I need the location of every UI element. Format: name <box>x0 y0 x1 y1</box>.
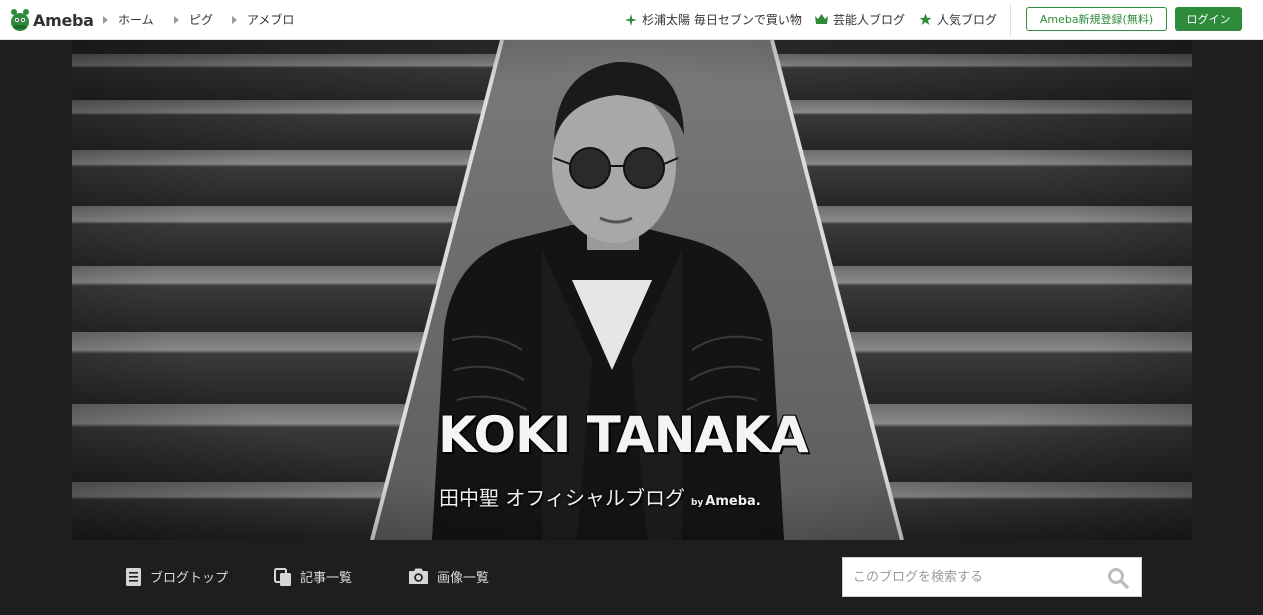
star-icon <box>919 13 932 25</box>
triangle-right-icon <box>103 15 108 24</box>
ameba-mascot-icon <box>11 9 29 31</box>
divider <box>1010 4 1011 36</box>
nav-link-pigg[interactable]: ピグ <box>174 11 213 28</box>
camera-icon <box>409 568 428 584</box>
ameba-logo[interactable]: Ameba <box>10 7 94 33</box>
copy-icon <box>274 567 291 586</box>
blog-header-image[interactable]: KOKI TANAKA 田中聖 オフィシャルブログ by Ameba. <box>72 40 1192 540</box>
search-icon[interactable] <box>1107 567 1129 589</box>
triangle-right-icon <box>174 15 179 24</box>
article-list-link[interactable]: 記事一覧 <box>274 567 352 586</box>
by-text: by <box>690 498 704 508</box>
blog-subtitle: 田中聖 オフィシャルブログ by Ameba. <box>439 482 761 511</box>
header-photo <box>72 40 1192 540</box>
nav-link-ameblo[interactable]: アメブロ <box>232 11 294 28</box>
celebrity-blog-link[interactable]: 芸能人ブログ <box>815 11 905 28</box>
promo-link[interactable]: 杉浦太陽 毎日セブンで買い物 <box>625 11 802 28</box>
blog-top-label: ブログトップ <box>150 571 229 586</box>
logo-text: Ameba <box>33 10 94 30</box>
blog-search-box <box>842 557 1142 597</box>
nav-link-label: ピグ <box>189 13 214 27</box>
ameba-wordmark: Ameba. <box>705 494 761 509</box>
image-list-label: 画像一覧 <box>437 571 490 586</box>
triangle-right-icon <box>232 15 237 24</box>
nav-link-label: ホーム <box>118 13 154 27</box>
blog-subtitle-text: 田中聖 オフィシャルブログ <box>439 486 685 510</box>
blog-sub-navigation: ブログトップ 記事一覧 画像一覧 <box>0 540 1263 615</box>
blog-top-link[interactable]: ブログトップ <box>125 567 228 586</box>
celebrity-blog-label: 芸能人ブログ <box>833 13 906 27</box>
blog-title-logo: KOKI TANAKA <box>438 406 809 464</box>
nav-link-home[interactable]: ホーム <box>103 11 154 28</box>
blog-search-input[interactable] <box>843 558 1103 596</box>
sparkle-icon <box>625 13 637 26</box>
document-icon <box>126 567 141 586</box>
popular-blog-label: 人気ブログ <box>937 13 998 27</box>
article-list-label: 記事一覧 <box>300 571 353 586</box>
register-button[interactable]: Ameba新規登録(無料) <box>1026 7 1167 31</box>
nav-link-label: アメブロ <box>247 13 295 27</box>
login-button[interactable]: ログイン <box>1175 7 1242 31</box>
crown-icon <box>815 14 828 24</box>
promo-link-label: 杉浦太陽 毎日セブンで買い物 <box>642 13 802 27</box>
top-navigation-bar: Ameba ホーム ピグ アメブロ 杉浦太陽 毎日セブンで買い物 芸能人ブログ … <box>0 0 1263 40</box>
popular-blog-link[interactable]: 人気ブログ <box>919 11 997 28</box>
image-list-link[interactable]: 画像一覧 <box>408 567 489 586</box>
